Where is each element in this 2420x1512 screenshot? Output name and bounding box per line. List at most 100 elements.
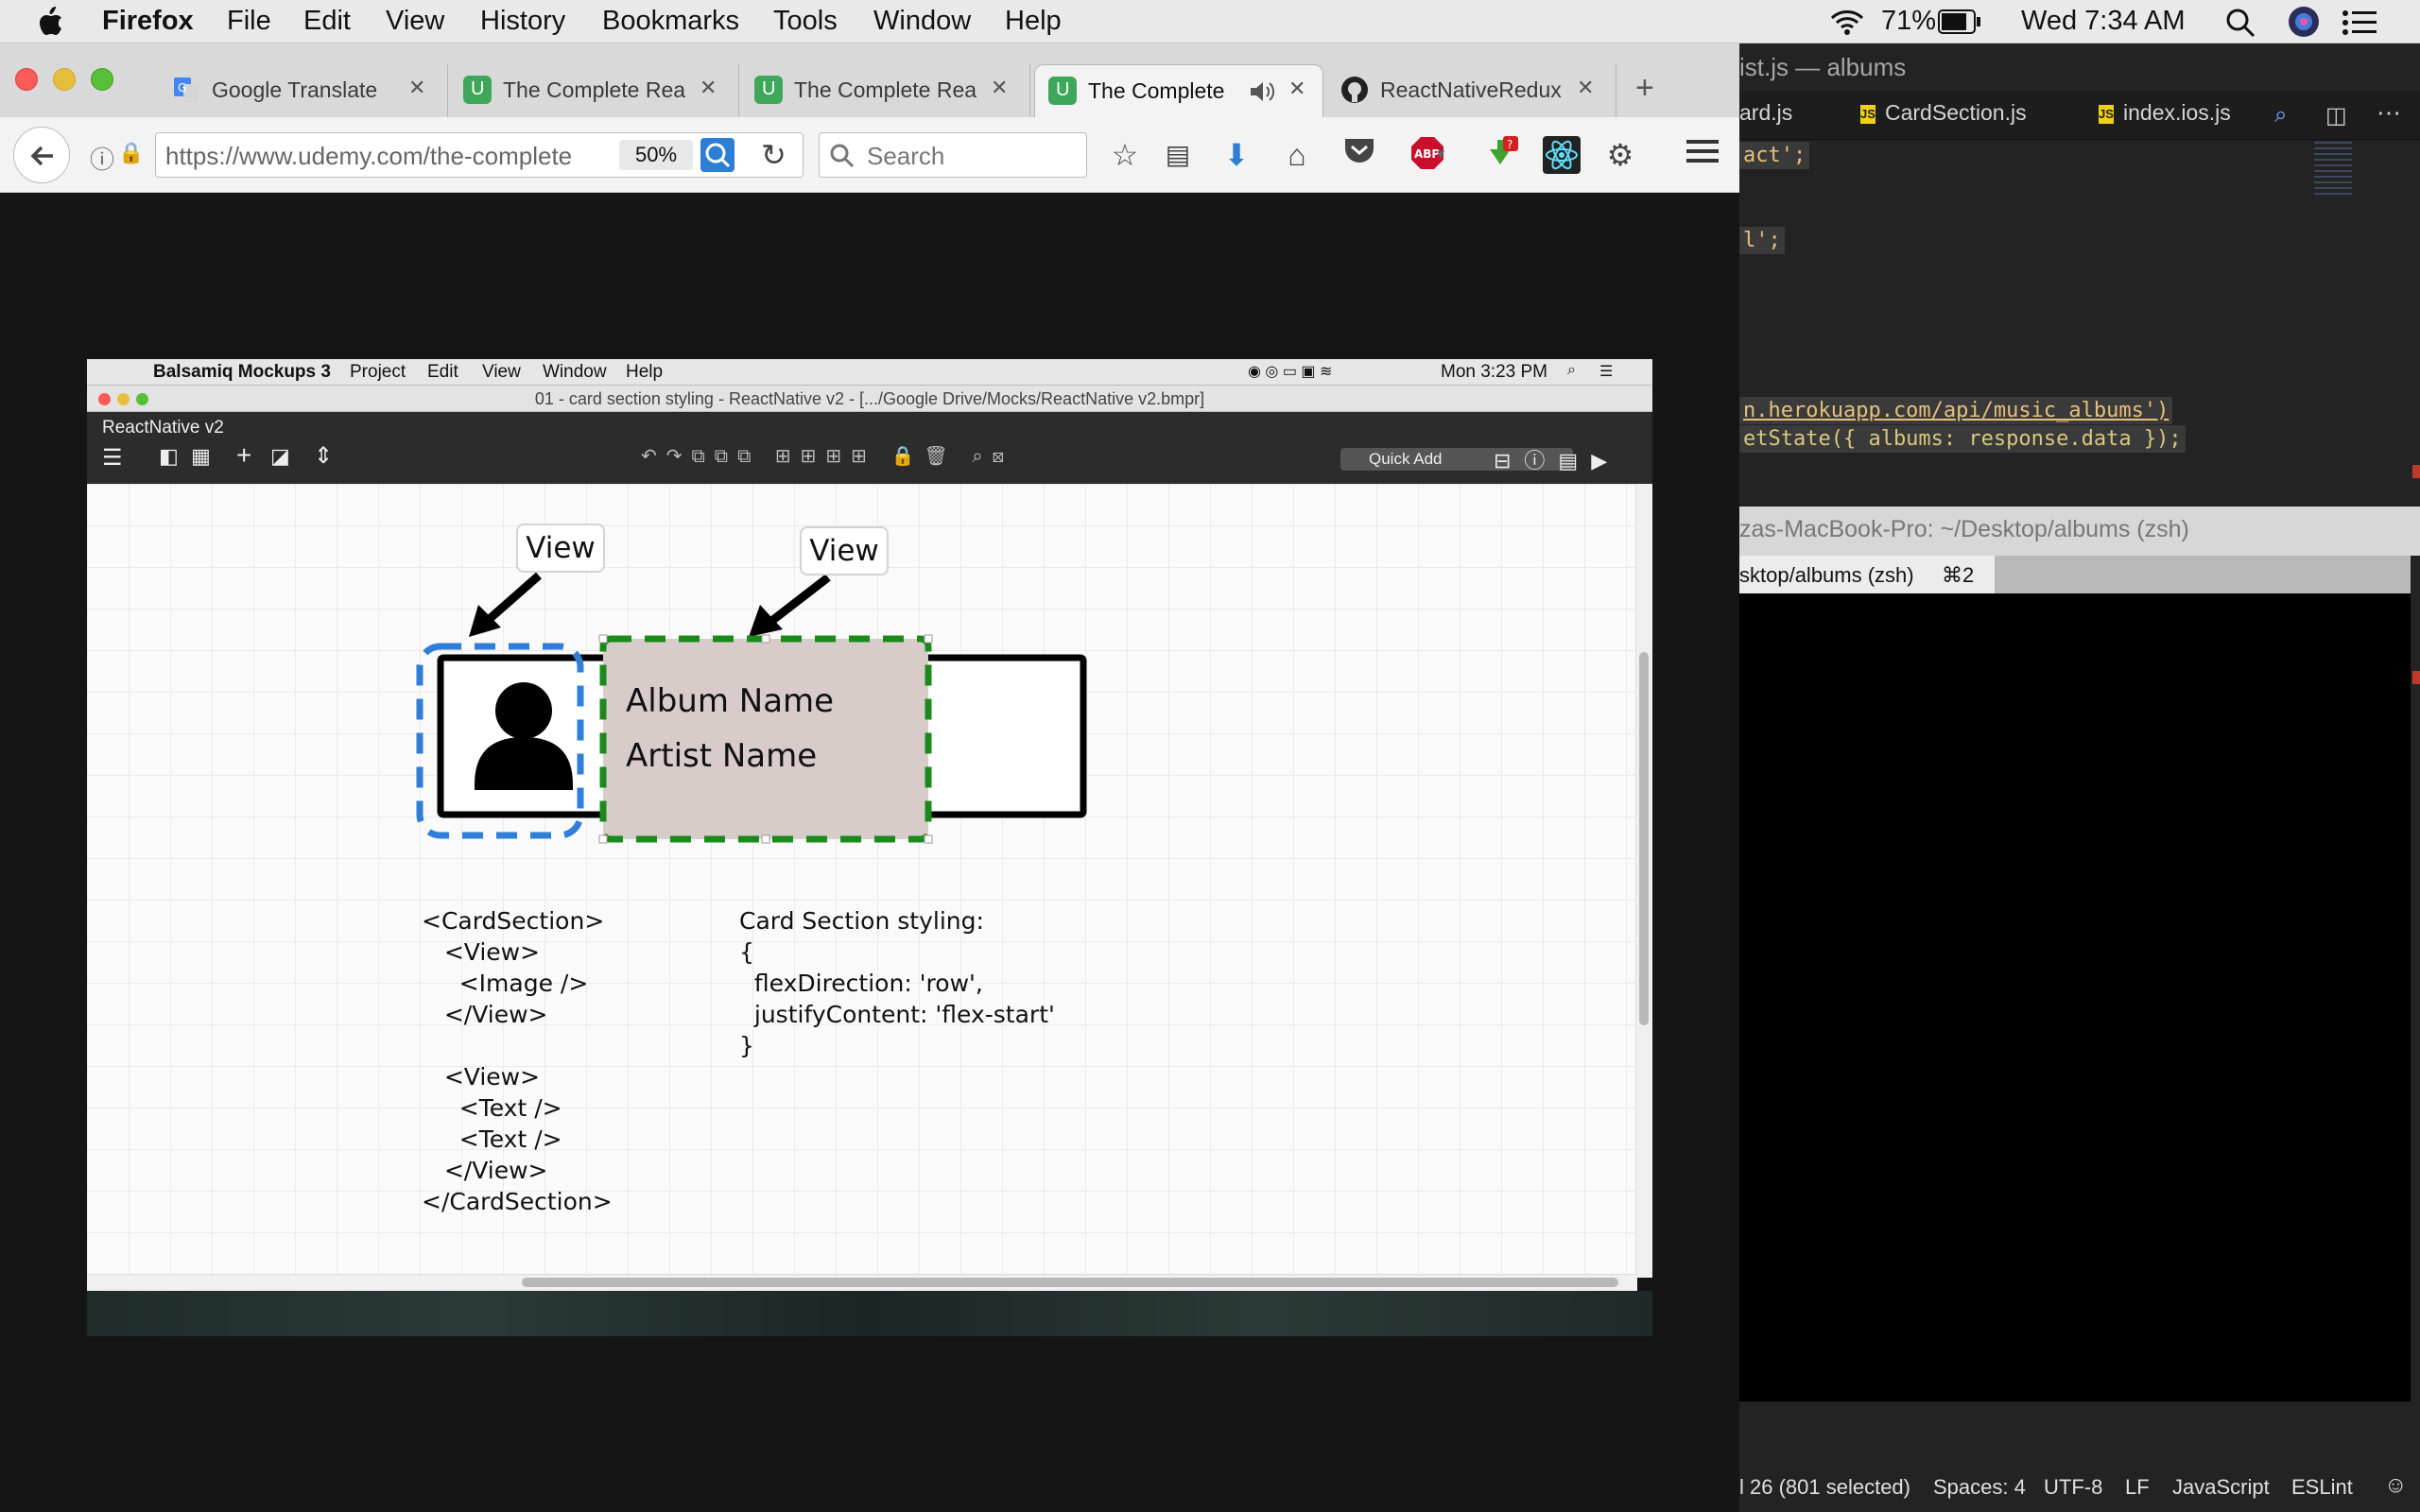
terminal-title-bar: zas-MacBook-Pro: ~/Desktop/albums (zsh) [1739, 507, 2420, 556]
status-selection[interactable]: l 26 (801 selected) [1739, 1475, 1910, 1500]
menu-edit[interactable]: Edit [303, 6, 351, 37]
wifi-icon[interactable] [1828, 8, 1866, 36]
code-line[interactable]: etState({ albums: response.data }); [1739, 425, 2186, 453]
menu-tools[interactable]: Tools [773, 6, 838, 37]
atom-tab-cardsection[interactable]: JS CardSection.js [1860, 100, 2027, 126]
search-placeholder: Search [867, 142, 945, 170]
download-helper-icon[interactable]: ? [1480, 136, 1518, 174]
menu-file[interactable]: File [227, 6, 271, 37]
gutter-marker [2412, 671, 2420, 684]
terminal-body[interactable] [1739, 593, 2411, 1401]
reload-icon[interactable]: ↻ [761, 137, 786, 173]
find-icon[interactable]: ⌕ [2274, 102, 2287, 129]
project-name: ReactNative v2 [102, 418, 224, 438]
site-info-icon[interactable]: ⓘ [90, 141, 114, 176]
spotlight-search-icon[interactable] [2225, 8, 2256, 38]
bookmarks-list-icon[interactable]: ▤ [1159, 136, 1197, 174]
atom-tab-label: CardSection.js [1885, 100, 2027, 125]
close-tab-icon[interactable]: ✕ [991, 76, 1008, 100]
menu-help[interactable]: Help [1005, 6, 1062, 37]
editor-minimap[interactable] [2314, 142, 2352, 198]
sort-icon: ⇕ [314, 443, 334, 469]
code-line[interactable]: l'; [1739, 227, 1785, 254]
zoom-window-button[interactable] [91, 68, 113, 91]
tab-udemy-1[interactable]: U The Complete Rea ✕ [450, 64, 739, 117]
apple-icon[interactable] [36, 6, 64, 38]
atom-tab-index-ios[interactable]: JS index.ios.js [2099, 100, 2231, 126]
film-reel-extension-icon[interactable]: ⚙ [1601, 136, 1639, 174]
status-linter[interactable]: ESLint [2291, 1475, 2353, 1500]
menu-window[interactable]: Window [873, 6, 971, 37]
more-options-icon[interactable]: ⋯ [2377, 98, 2401, 128]
status-grammar[interactable]: JavaScript [2172, 1475, 2270, 1500]
balsamiq-menu-view[interactable]: View [482, 362, 521, 383]
url-bar[interactable]: ⓘ 🔒 https://www.udemy.com/the-complete 5… [90, 132, 804, 178]
adblock-plus-icon[interactable]: ABP ▾ [1401, 136, 1454, 174]
terminal-tab-strip [1995, 556, 2411, 593]
balsamiq-toolbar: ReactNative v2 ☰ ◧ ▦ + ◪ ⇕ ↶↷⧉⧉⧉ ⊞⊞⊞⊞ 🔒🗑… [87, 412, 1652, 484]
battery-icon[interactable] [1938, 9, 1981, 34]
siri-icon[interactable] [2288, 6, 2320, 38]
menu-bookmarks[interactable]: Bookmarks [602, 6, 739, 37]
code-line[interactable]: n.herokuapp.com/api/music_albums') [1739, 397, 2173, 424]
menu-history[interactable]: History [480, 6, 565, 37]
tab-udemy-active[interactable]: U The Complete ✕ [1034, 64, 1323, 117]
close-window-button[interactable] [15, 68, 38, 91]
balsamiq-menu-project[interactable]: Project [350, 362, 406, 383]
terminal-tab[interactable]: sktop/albums (zsh) ⌘2 [1739, 556, 1995, 593]
back-button[interactable] [13, 127, 70, 183]
edit-tools-icons: ↶↷⧉⧉⧉ ⊞⊞⊞⊞ 🔒🗑 ⌕⊠ [641, 446, 1014, 467]
atom-tab-card[interactable]: ard.js [1739, 100, 1792, 126]
grid-icon: ▦ [191, 444, 211, 468]
balsamiq-canvas: View View Album Name Artist Name <CardSe… [87, 484, 1652, 1278]
hamburger-menu-icon[interactable] [1685, 136, 1722, 174]
new-tab-button[interactable]: + [1635, 70, 1654, 107]
close-tab-icon[interactable]: ✕ [1288, 77, 1305, 101]
code-line[interactable]: act'; [1739, 142, 1810, 169]
menu-view[interactable]: View [386, 6, 444, 37]
react-devtools-icon[interactable] [1543, 136, 1581, 174]
udemy-icon: U [463, 76, 492, 104]
minimize-window-button[interactable] [53, 68, 76, 91]
feedback-smiley-icon[interactable]: ☺ [2384, 1472, 2408, 1499]
bookmark-star-icon[interactable]: ☆ [1106, 136, 1144, 174]
pocket-icon[interactable] [1340, 136, 1378, 174]
tab-github[interactable]: ReactNativeRedux ✕ [1327, 64, 1616, 117]
split-pane-icon[interactable]: ◫ [2325, 102, 2347, 129]
udemy-icon: U [1048, 77, 1077, 105]
balsamiq-menu-window[interactable]: Window [543, 362, 607, 383]
balsamiq-app-menu[interactable]: Balsamiq Mockups 3 [153, 362, 331, 383]
speaker-audio-icon[interactable] [1249, 80, 1275, 103]
notification-center-icon[interactable] [2342, 9, 2377, 36]
view-label-text: View [800, 526, 889, 576]
home-icon[interactable]: ⌂ [1278, 136, 1316, 174]
close-tab-icon[interactable]: ✕ [700, 76, 717, 100]
atom-tab-label: index.ios.js [2123, 100, 2231, 125]
secure-lock-icon: 🔒 [118, 141, 145, 164]
status-line-ending[interactable]: LF [2125, 1475, 2150, 1500]
component-tree-text: <CardSection> <View> <Image /> </View> <… [422, 907, 613, 1215]
terminal-tab-shortcut: ⌘2 [1942, 563, 1975, 587]
duplicate-icon: ◪ [270, 444, 290, 468]
downloads-icon[interactable]: ⬇ [1218, 136, 1255, 174]
balsamiq-window-title: 01 - card section styling - ReactNative … [534, 389, 1205, 408]
atom-window-title: ist.js — albums [1739, 53, 1907, 81]
search-field[interactable]: Search [819, 132, 1087, 178]
zoom-level-badge[interactable]: 50% [619, 140, 693, 170]
balsamiq-menu-help[interactable]: Help [626, 362, 663, 383]
close-tab-icon[interactable]: ✕ [1577, 76, 1594, 100]
search-icon [830, 144, 855, 168]
tab-label: Google Translate [212, 77, 378, 102]
status-spaces[interactable]: Spaces: 4 [1933, 1475, 2026, 1500]
balsamiq-menu-edit[interactable]: Edit [427, 362, 458, 383]
close-tab-icon[interactable]: ✕ [408, 76, 425, 100]
tab-udemy-2[interactable]: U The Complete Rea ✕ [741, 64, 1030, 117]
menubar-clock[interactable]: Wed 7:34 AM [2021, 6, 2186, 37]
atom-title-bar: ist.js — albums [1739, 45, 2420, 87]
tab-google-translate[interactable]: G Google Translate ✕ [159, 64, 448, 117]
atom-tab-bar: ard.js JS CardSection.js JS index.ios.js ⌕… [1739, 91, 2420, 140]
app-menu-firefox[interactable]: Firefox [102, 6, 194, 37]
zoom-search-icon[interactable] [700, 138, 735, 172]
macos-menubar: Firefox File Edit View History Bookmarks… [0, 0, 2420, 43]
status-encoding[interactable]: UTF-8 [2044, 1475, 2102, 1500]
